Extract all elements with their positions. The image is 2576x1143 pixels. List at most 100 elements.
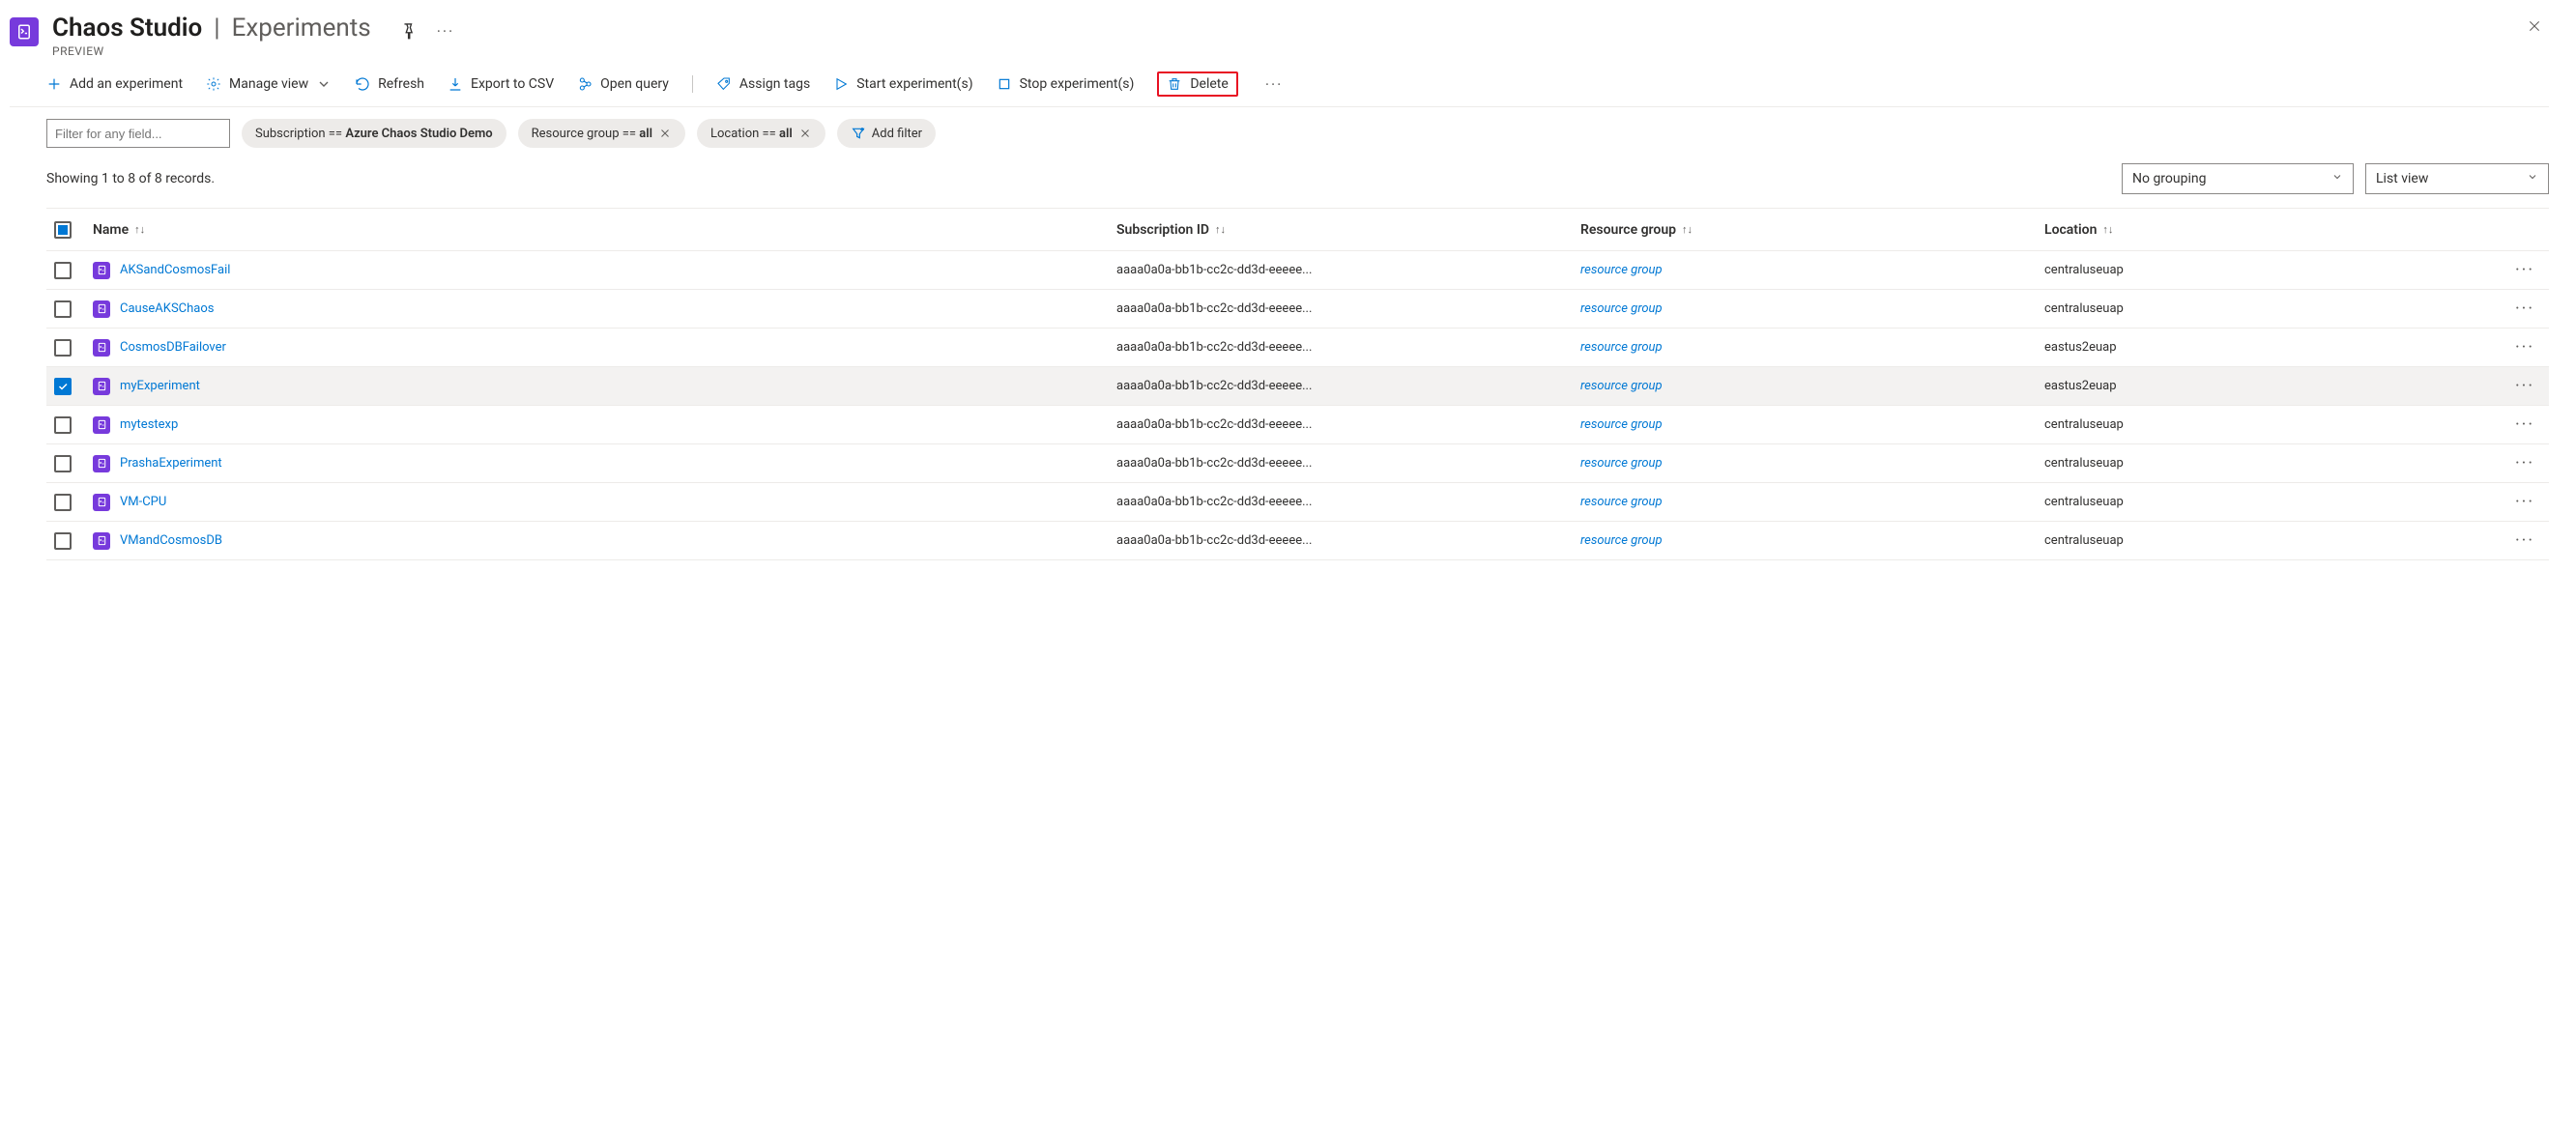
chevron-down-icon: [2527, 171, 2538, 186]
resource-group-link[interactable]: resource group: [1580, 379, 1663, 393]
table-row[interactable]: VMandCosmosDB aaaa0a0a-bb1b-cc2c-dd3d-eee…: [46, 522, 2549, 560]
experiment-icon: [93, 300, 110, 318]
row-checkbox[interactable]: [54, 416, 72, 434]
row-more-icon[interactable]: ···: [2501, 260, 2549, 280]
location-cell: centraluseuap: [2037, 301, 2501, 316]
table-row[interactable]: AKSandCosmosFailaaaa0a0a-bb1b-cc2c-dd3d-…: [46, 251, 2549, 290]
filter-clear-icon[interactable]: [798, 127, 812, 140]
row-more-icon[interactable]: ···: [2501, 414, 2549, 435]
column-name[interactable]: Name↑↓: [85, 222, 1109, 238]
row-checkbox[interactable]: [54, 494, 72, 511]
sort-icon: ↑↓: [2102, 223, 2113, 236]
row-more-icon[interactable]: ···: [2501, 492, 2549, 512]
experiment-icon: [93, 339, 110, 357]
location-cell: centraluseuap: [2037, 495, 2501, 509]
experiment-link[interactable]: CosmosDBFailover: [120, 340, 226, 355]
add-experiment-button[interactable]: Add an experiment: [46, 76, 183, 92]
delete-button[interactable]: Delete: [1157, 71, 1237, 97]
experiment-link[interactable]: CauseAKSChaos: [120, 301, 214, 316]
table-row[interactable]: VM-CPU aaaa0a0a-bb1b-cc2c-dd3d-eeeee... re…: [46, 483, 2549, 522]
refresh-button[interactable]: Refresh: [355, 76, 424, 92]
experiment-link[interactable]: PrashaExperiment: [120, 456, 222, 471]
row-checkbox[interactable]: [54, 339, 72, 357]
experiment-link[interactable]: mytestexp: [120, 417, 178, 432]
row-more-icon[interactable]: ···: [2501, 299, 2549, 319]
location-cell: eastus2euap: [2037, 340, 2501, 355]
row-checkbox[interactable]: [54, 455, 72, 472]
table-row[interactable]: CauseAKSChaosaaaa0a0a-bb1b-cc2c-dd3d-eee…: [46, 290, 2549, 329]
subscription-cell: aaaa0a0a-bb1b-cc2c-dd3d-eeeee...: [1109, 456, 1573, 471]
subscription-cell: aaaa0a0a-bb1b-cc2c-dd3d-eeeee...: [1109, 533, 1573, 548]
subscription-cell: aaaa0a0a-bb1b-cc2c-dd3d-eeeee...: [1109, 379, 1573, 393]
pin-icon[interactable]: [398, 21, 418, 41]
open-query-button[interactable]: Open query: [577, 76, 669, 92]
sort-icon: ↑↓: [1215, 223, 1226, 236]
service-title: Chaos Studio: [52, 14, 202, 43]
manage-view-button[interactable]: Manage view: [206, 76, 332, 92]
filter-bar: Subscription == Azure Chaos Studio Demo …: [10, 107, 2549, 148]
toolbar-more-icon[interactable]: ···: [1261, 75, 1288, 94]
column-resource-group[interactable]: Resource group↑↓: [1573, 222, 2037, 238]
row-more-icon[interactable]: ···: [2501, 337, 2549, 357]
command-bar: Add an experiment Manage view Refresh Ex…: [10, 58, 2549, 107]
resource-group-link[interactable]: resource group: [1580, 417, 1663, 432]
experiment-icon: [93, 378, 110, 395]
gear-icon: [206, 76, 221, 92]
column-subscription[interactable]: Subscription ID↑↓: [1109, 222, 1573, 238]
location-cell: eastus2euap: [2037, 379, 2501, 393]
add-filter-button[interactable]: Add filter: [837, 119, 936, 148]
location-cell: centraluseuap: [2037, 533, 2501, 548]
stop-experiment-button[interactable]: Stop experiment(s): [997, 76, 1135, 92]
table-row[interactable]: PrashaExperiment aaaa0a0a-bb1b-cc2c-dd3d-…: [46, 444, 2549, 483]
grouping-select[interactable]: No grouping: [2122, 163, 2354, 194]
header-more-icon[interactable]: ···: [433, 22, 459, 41]
resource-group-link[interactable]: resource group: [1580, 340, 1663, 355]
filter-add-icon: [851, 126, 866, 141]
experiment-icon: [93, 532, 110, 550]
experiment-icon: [93, 262, 110, 279]
experiment-link[interactable]: VM-CPU: [120, 495, 166, 509]
row-more-icon[interactable]: ···: [2501, 453, 2549, 473]
row-checkbox[interactable]: [54, 262, 72, 279]
experiment-link[interactable]: AKSandCosmosFail: [120, 263, 230, 277]
filter-subscription[interactable]: Subscription == Azure Chaos Studio Demo: [242, 119, 507, 148]
resource-group-link[interactable]: resource group: [1580, 263, 1663, 277]
resource-group-link[interactable]: resource group: [1580, 301, 1663, 316]
query-icon: [577, 76, 593, 92]
subscription-cell: aaaa0a0a-bb1b-cc2c-dd3d-eeeee...: [1109, 495, 1573, 509]
record-count-label: Showing 1 to 8 of 8 records.: [46, 171, 215, 186]
export-csv-button[interactable]: Export to CSV: [448, 76, 554, 92]
row-checkbox[interactable]: [54, 378, 72, 395]
filter-input[interactable]: [46, 119, 230, 148]
experiment-link[interactable]: VMandCosmosDB: [120, 533, 222, 548]
page-title: Experiments: [232, 14, 371, 43]
filter-clear-icon[interactable]: [658, 127, 672, 140]
table-row[interactable]: myExperiment aaaa0a0a-bb1b-cc2c-dd3d-eeee…: [46, 367, 2549, 406]
start-experiment-button[interactable]: Start experiment(s): [833, 76, 972, 92]
table-row[interactable]: CosmosDBFailover aaaa0a0a-bb1b-cc2c-dd3d-…: [46, 329, 2549, 367]
row-checkbox[interactable]: [54, 532, 72, 550]
resource-group-link[interactable]: resource group: [1580, 456, 1663, 471]
experiment-link[interactable]: myExperiment: [120, 379, 200, 393]
filter-resource-group[interactable]: Resource group == all: [518, 119, 685, 148]
select-all-checkbox[interactable]: [54, 221, 72, 239]
row-checkbox[interactable]: [54, 300, 72, 318]
chevron-down-icon: [316, 76, 332, 92]
table-row[interactable]: mytestexpaaaa0a0a-bb1b-cc2c-dd3d-eeeee..…: [46, 406, 2549, 444]
resource-group-link[interactable]: resource group: [1580, 495, 1663, 509]
close-icon[interactable]: [2522, 14, 2547, 39]
column-location[interactable]: Location↑↓: [2037, 222, 2501, 238]
location-cell: centraluseuap: [2037, 263, 2501, 277]
subscription-cell: aaaa0a0a-bb1b-cc2c-dd3d-eeeee...: [1109, 340, 1573, 355]
filter-location[interactable]: Location == all: [697, 119, 825, 148]
assign-tags-button[interactable]: Assign tags: [716, 76, 810, 92]
play-icon: [833, 76, 849, 92]
experiment-icon: [93, 455, 110, 472]
resource-group-link[interactable]: resource group: [1580, 533, 1663, 548]
row-more-icon[interactable]: ···: [2501, 530, 2549, 551]
row-more-icon[interactable]: ···: [2501, 376, 2549, 396]
view-select[interactable]: List view: [2365, 163, 2549, 194]
experiments-table: Name↑↓ Subscription ID↑↓ Resource group↑…: [46, 208, 2549, 560]
refresh-icon: [355, 76, 370, 92]
sort-icon: ↑↓: [1682, 223, 1693, 236]
